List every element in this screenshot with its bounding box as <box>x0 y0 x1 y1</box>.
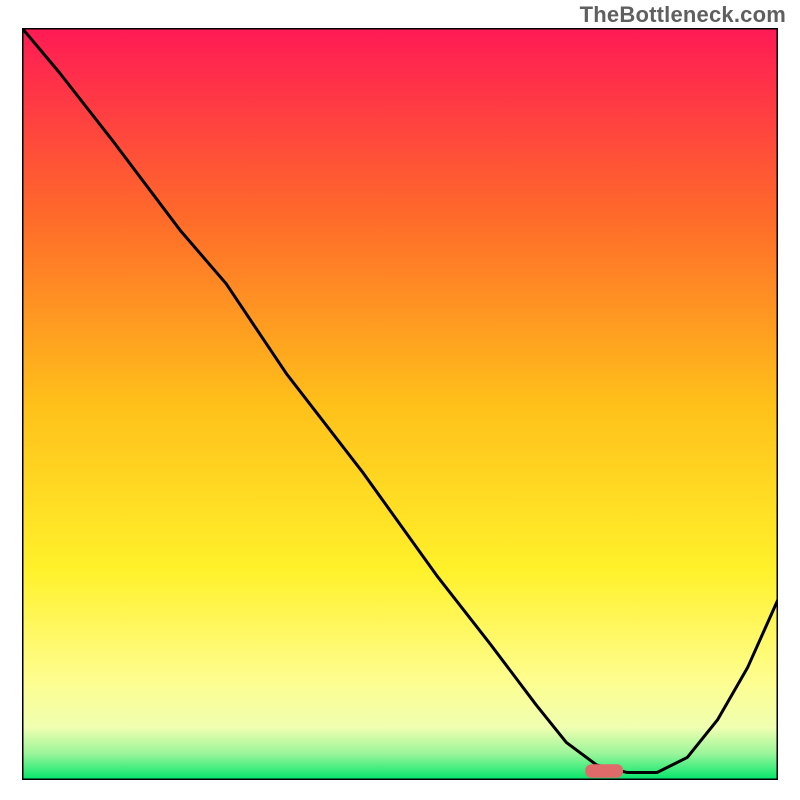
gradient-background <box>22 28 778 780</box>
chart-svg <box>22 28 778 780</box>
chart-container: TheBottleneck.com <box>0 0 800 800</box>
optimum-marker <box>585 764 623 778</box>
plot-area <box>22 28 778 780</box>
watermark-text: TheBottleneck.com <box>580 2 786 28</box>
